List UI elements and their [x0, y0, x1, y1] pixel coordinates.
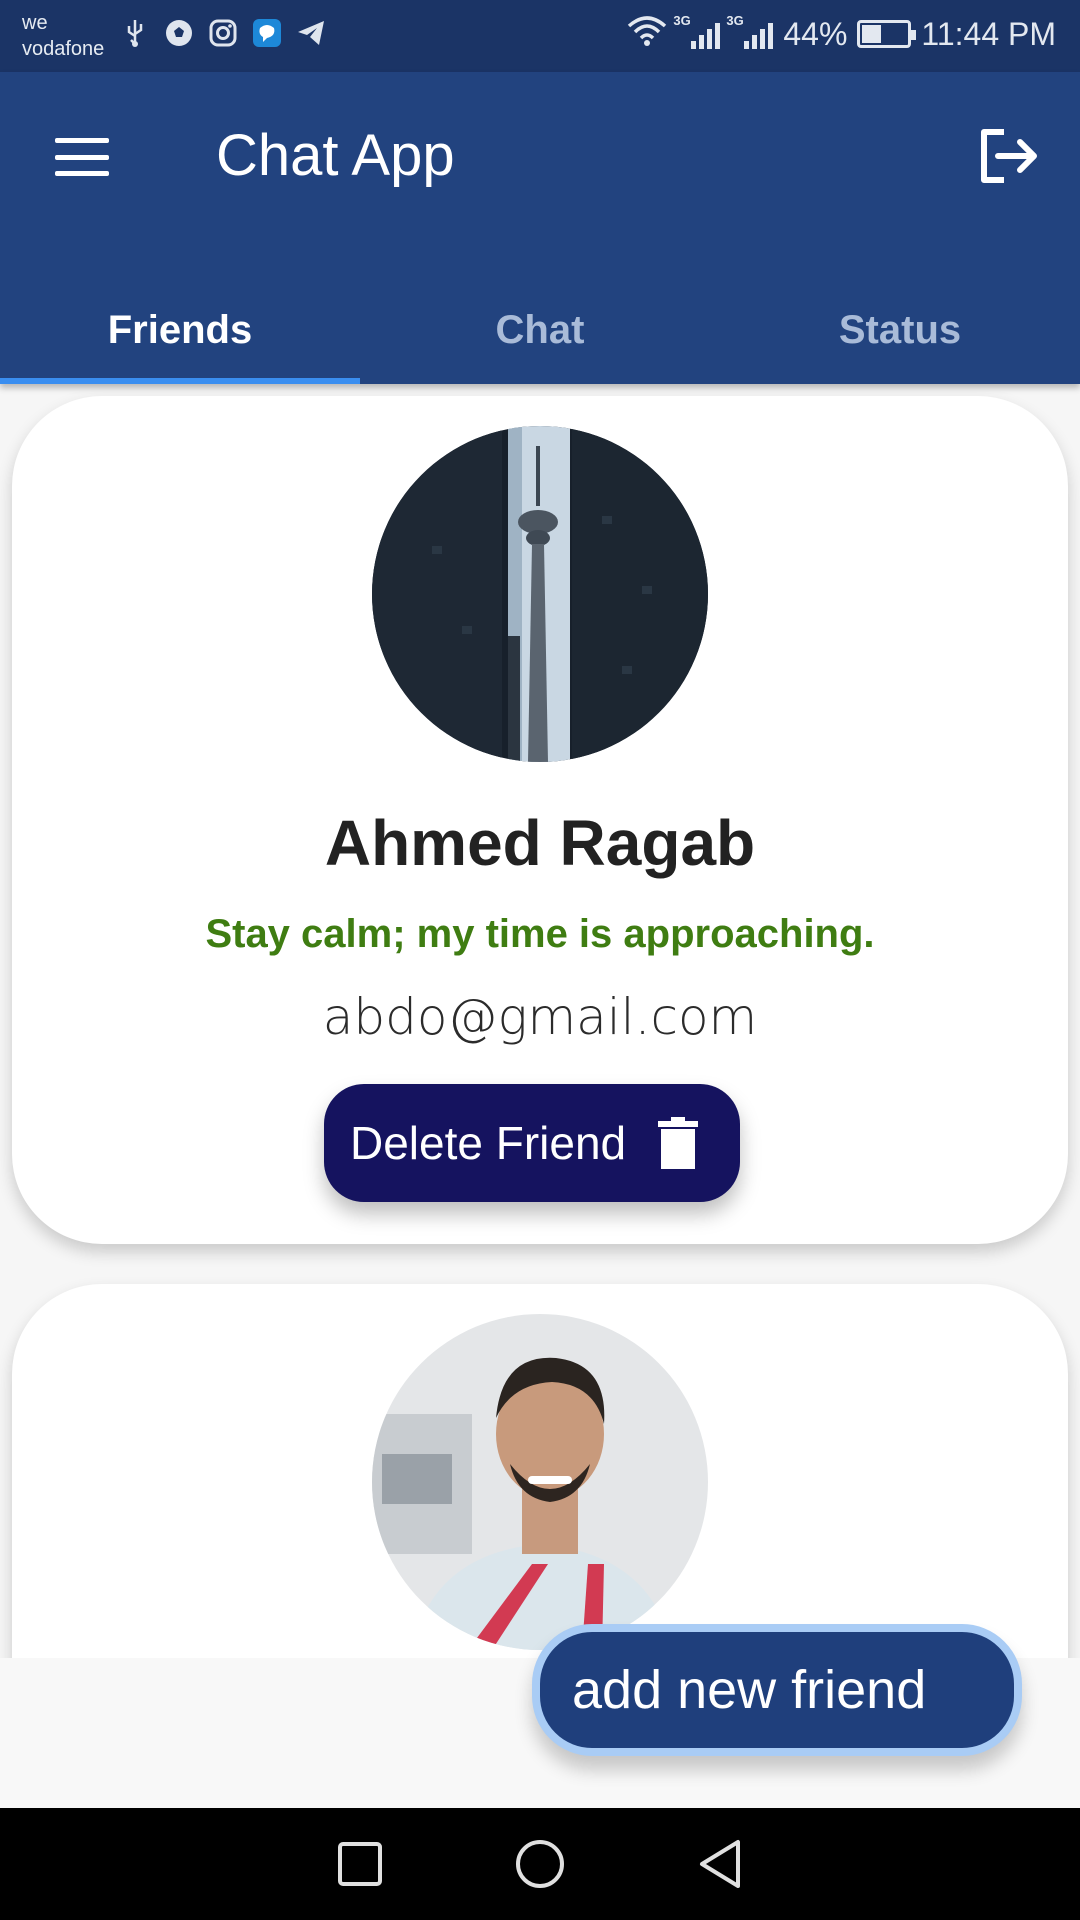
add-new-friend-label: add new friend: [572, 1660, 927, 1720]
app-bar: Chat App Friends Chat Status: [0, 72, 1080, 384]
friend-name: Ahmed Ragab: [324, 807, 756, 879]
delete-friend-button[interactable]: Delete Friend: [324, 1084, 740, 1202]
network-type-2: 3G: [726, 13, 744, 28]
triangle-back-icon[interactable]: [690, 1834, 750, 1894]
telegram-icon: [296, 18, 326, 48]
clock: 11:44 PM: [921, 15, 1056, 52]
usb-icon: [120, 18, 150, 48]
network-type-1: 3G: [673, 13, 691, 28]
notification-icons: [120, 18, 326, 48]
battery-percent: 44%: [783, 15, 848, 52]
soccer-ball-icon: [164, 18, 194, 48]
carrier-line-2: vodafone: [22, 38, 105, 60]
avatar: [372, 426, 708, 762]
status-bar: we vodafone 3G 3G 44% 11:44 PM: [0, 0, 1080, 72]
battery-icon: [857, 20, 917, 48]
system-indicators: 3G 3G 44% 11:44 PM: [627, 13, 1056, 54]
messenger-icon: [252, 18, 282, 48]
signal-strength-1: 3G: [673, 13, 721, 49]
square-recent-apps-icon[interactable]: [330, 1834, 390, 1894]
navigation-bar: [0, 1808, 1080, 1920]
hamburger-menu-icon[interactable]: [52, 132, 112, 182]
instagram-icon: [208, 18, 238, 48]
carrier-line-1: we: [22, 12, 48, 34]
signal-strength-2: 3G: [726, 13, 774, 49]
add-new-friend-button[interactable]: add new friend: [532, 1624, 1022, 1756]
tab-friends[interactable]: Friends: [0, 272, 360, 384]
app-title: Chat App: [216, 123, 455, 188]
tab-chat[interactable]: Chat: [360, 272, 720, 384]
friend-email: abdo@gmail.com: [322, 988, 758, 1046]
friend-status: Stay calm; my time is approaching.: [205, 912, 875, 956]
wifi-icon: [627, 14, 667, 54]
carrier-label: we vodafone: [22, 10, 104, 62]
circle-home-icon[interactable]: [510, 1834, 570, 1894]
delete-friend-label: Delete Friend: [350, 1117, 627, 1169]
tab-status[interactable]: Status: [720, 272, 1080, 384]
trash-icon: [658, 1117, 699, 1169]
tab-bar: Friends Chat Status: [0, 272, 1080, 384]
avatar: [372, 1314, 708, 1650]
logout-icon[interactable]: [974, 122, 1042, 190]
friend-card: Ahmed Ragab Stay calm; my time is approa…: [12, 396, 1068, 1244]
